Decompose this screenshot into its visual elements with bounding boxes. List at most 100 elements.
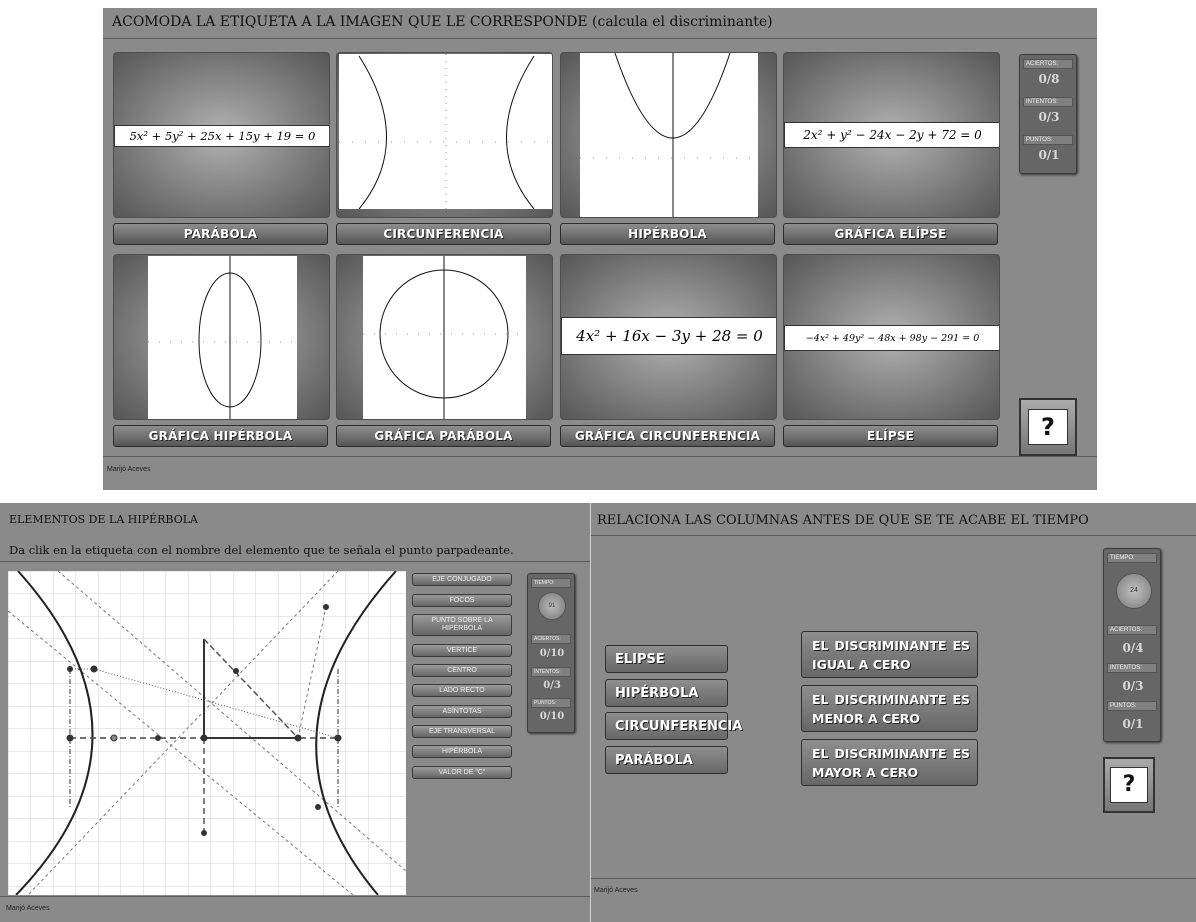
aciertos-value: 0/10: [539, 648, 565, 659]
label-button-4[interactable]: GRÁFICA ELÍPSE: [783, 223, 998, 245]
help-button[interactable]: ?: [1103, 757, 1155, 813]
tiempo-value: 91: [548, 603, 556, 609]
aciertos-value: 0/4: [1122, 641, 1144, 655]
footer-divider: [591, 878, 1196, 879]
asintotas-button[interactable]: ASÍNTOTAS: [412, 705, 512, 718]
equation-label[interactable]: 4x² + 16x − 3y + 28 = 0: [561, 317, 776, 355]
aciertos-label: ACIERTOS:: [531, 634, 571, 644]
section-title: RELACIONA LAS COLUMNAS ANTES DE QUE SE T…: [597, 513, 1089, 528]
tiempo-label: TIEMPO:: [1107, 553, 1157, 563]
score-panel: TIEMPO: 24 ACIERTOS: 0/4 INTENTOS: 0/3 P…: [1103, 548, 1161, 742]
hiperbola-button[interactable]: HIPÉRBOLA: [412, 745, 512, 758]
answer-menor-a-cero[interactable]: EL DISCRIMINANTE ES MENOR A CERO: [801, 685, 978, 732]
option-parabola[interactable]: PARÁBOLA: [605, 746, 728, 774]
vertice-button[interactable]: VERTICE: [412, 644, 512, 657]
title-main: ACOMODA LA ETIQUETA A LA IMAGEN QUE LE C…: [112, 14, 588, 30]
ellipse-graph-image: [148, 256, 297, 419]
tiempo-value: 24: [1130, 587, 1138, 594]
option-label: HIPÉRBOLA: [615, 686, 699, 701]
eje-transversal-button[interactable]: EJE TRANSVERSAL: [412, 725, 512, 738]
answer-line2: MENOR A CERO: [812, 711, 921, 726]
puntos-label: PUNTOS:: [1023, 135, 1073, 145]
label-button-7[interactable]: GRÁFICA CIRCUNFERENCIA: [560, 425, 775, 447]
intentos-label: INTENTOS:: [531, 667, 571, 677]
timer-icon: 24: [1116, 573, 1152, 609]
equation-label[interactable]: 5x² + 5y² + 25x + 15y + 19 = 0: [114, 125, 329, 147]
option-label: ELIPSE: [615, 652, 665, 667]
answer-line1: EL DISCRIMINANTE ES: [812, 746, 970, 761]
intentos-value: 0/3: [1122, 679, 1144, 693]
puntos-value: 0/10: [539, 711, 565, 722]
intentos-value: 0/3: [1038, 110, 1060, 124]
score-panel: ACIERTOS: 0/8 INTENTOS: 0/3 PUNTOS: 0/1: [1019, 54, 1077, 174]
eje-conjugado-button[interactable]: EJE CONJUGADO: [412, 573, 512, 586]
card-equation-3[interactable]: 4x² + 16x − 3y + 28 = 0: [560, 254, 777, 420]
card-hyperbola-graph[interactable]: [336, 52, 553, 218]
footer-divider: [0, 896, 590, 897]
option-label: CIRCUNFERENCIA: [615, 719, 743, 734]
hyperbola-graph: [339, 54, 552, 210]
label-button-5[interactable]: GRÁFICA HIPÉRBOLA: [113, 425, 328, 447]
instruction-divider: [0, 561, 590, 562]
parabola-graph: [580, 53, 758, 217]
section-title: ELEMENTOS DE LA HIPÉRBOLA: [9, 513, 198, 526]
aciertos-value: 0/8: [1038, 72, 1060, 86]
label-button-1[interactable]: PARÁBOLA: [113, 223, 328, 245]
circle-graph-image: [363, 256, 526, 419]
footer-divider: [103, 456, 1097, 457]
aciertos-label: ACIERTOS:: [1107, 625, 1157, 635]
instruction-text: Da clik en la etiqueta con el nombre del…: [9, 543, 514, 557]
hyperbola-elements-panel: ELEMENTOS DE LA HIPÉRBOLA Da clik en la …: [0, 503, 590, 922]
answer-line1: EL DISCRIMINANTE ES: [812, 692, 970, 707]
answer-line2: MAYOR A CERO: [812, 765, 919, 780]
help-button[interactable]: ?: [1019, 398, 1077, 456]
equation-label[interactable]: 2x² + y² − 24x − 2y + 72 = 0: [784, 122, 999, 148]
title-divider: [103, 38, 1097, 39]
lado-recto-button[interactable]: LADO RECTO: [412, 684, 512, 697]
answer-line1: EL DISCRIMINANTE ES: [812, 638, 970, 653]
relate-columns-panel: RELACIONA LAS COLUMNAS ANTES DE QUE SE T…: [590, 503, 1196, 922]
puntos-label: PUNTOS:: [531, 698, 571, 708]
valor-de-c-button[interactable]: VALOR DE "C": [412, 766, 512, 779]
option-elipse[interactable]: ELIPSE: [605, 645, 728, 673]
parabola-graph-image: [580, 53, 758, 217]
label-button-6[interactable]: GRÁFICA PARÁBOLA: [336, 425, 551, 447]
answer-mayor-a-cero[interactable]: EL DISCRIMINANTE ES MAYOR A CERO: [801, 739, 978, 786]
centro-button[interactable]: CENTRO: [412, 664, 512, 677]
card-equation-1[interactable]: 5x² + 5y² + 25x + 15y + 19 = 0: [113, 52, 330, 218]
author-name: Marijó Aceves: [594, 887, 638, 894]
label-button-8[interactable]: ELÍPSE: [783, 425, 998, 447]
intentos-value: 0/3: [543, 680, 561, 691]
hyperbola-diagram-svg: [7, 570, 407, 896]
answer-igual-a-cero[interactable]: EL DISCRIMINANTE ES IGUAL A CERO: [801, 631, 978, 678]
label-button-3[interactable]: HIPÉRBOLA: [560, 223, 775, 245]
label-button-2[interactable]: CIRCUNFERENCIA: [336, 223, 551, 245]
hyperbola-diagram: [7, 570, 407, 896]
aciertos-label: ACIERTOS:: [1023, 59, 1073, 69]
timer-icon: 91: [538, 592, 566, 620]
punto-sobre-hiperbola-button[interactable]: PUNTO SOBRE LA HIPÉRBOLA: [412, 614, 512, 636]
option-hiperbola[interactable]: HIPÉRBOLA: [605, 679, 728, 707]
focos-button[interactable]: FOCOS: [412, 594, 512, 607]
page-title: ACOMODA LA ETIQUETA A LA IMAGEN QUE LE C…: [112, 14, 773, 30]
intentos-label: INTENTOS:: [1023, 97, 1073, 107]
intentos-label: INTENTOS:: [1107, 663, 1157, 673]
equation-label[interactable]: −4x² + 49y² − 48x + 98y − 291 = 0: [784, 325, 999, 351]
option-circunferencia[interactable]: CIRCUNFERENCIA: [605, 712, 742, 740]
card-ellipse-graph[interactable]: [113, 254, 330, 420]
matching-activity-panel: ACOMODA LA ETIQUETA A LA IMAGEN QUE LE C…: [103, 8, 1097, 490]
puntos-value: 0/1: [1038, 148, 1060, 162]
help-icon: ?: [1110, 767, 1148, 803]
puntos-value: 0/1: [1122, 717, 1144, 731]
card-parabola-graph[interactable]: [560, 52, 777, 218]
score-panel: TIEMPO: 91 ACIERTOS: 0/10 INTENTOS: 0/3 …: [527, 573, 575, 733]
card-circle-graph[interactable]: [336, 254, 553, 420]
option-label: PARÁBOLA: [615, 753, 693, 768]
circle-graph: [363, 256, 526, 419]
puntos-label: PUNTOS:: [1107, 701, 1157, 711]
ellipse-graph: [148, 256, 297, 419]
title-divider: [591, 535, 1196, 536]
author-name: Marijó Aceves: [6, 905, 50, 912]
card-equation-4[interactable]: −4x² + 49y² − 48x + 98y − 291 = 0: [783, 254, 1000, 420]
card-equation-2[interactable]: 2x² + y² − 24x − 2y + 72 = 0: [783, 52, 1000, 218]
